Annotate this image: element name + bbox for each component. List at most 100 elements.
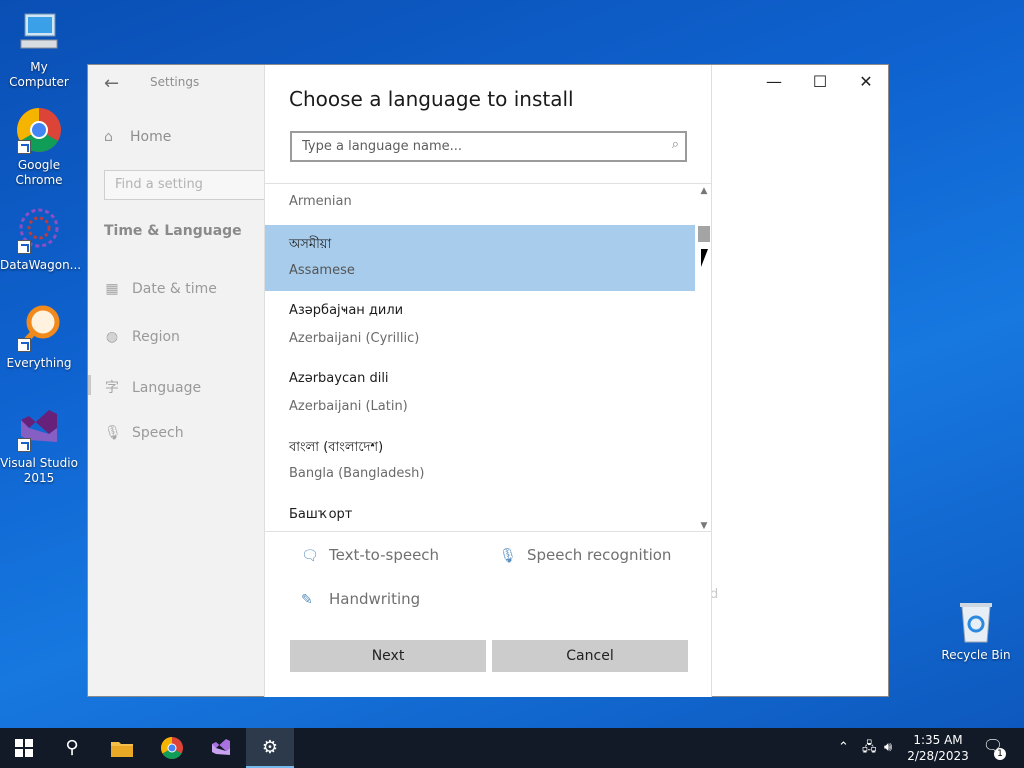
- taskbar: ⚲ ⚙ ⌃ 🖧︎ 🔊︎ 1:35 AM 2/28/2023 🗨︎ 1: [0, 728, 1024, 768]
- gear-icon: ⚙: [261, 737, 279, 758]
- list-item[interactable]: বাংলা (বাংলাদেশ) Bangla (Bangladesh): [265, 428, 695, 494]
- desktop-icon-label: Everything: [6, 356, 72, 370]
- volume-tray[interactable]: 🔊︎: [884, 728, 892, 768]
- desktop-icon-recycle-bin[interactable]: Recycle Bin: [940, 600, 1012, 662]
- text-to-speech-icon: 🗨︎: [301, 548, 319, 564]
- chrome-icon: [15, 106, 63, 154]
- search-button[interactable]: ⚲: [48, 728, 96, 768]
- home-icon: ⌂: [104, 129, 113, 145]
- search-icon: ⚲: [65, 737, 79, 758]
- clock-date: 2/28/2023: [907, 749, 969, 763]
- scroll-down-icon[interactable]: ▼: [699, 521, 709, 531]
- chrome-icon: [161, 737, 183, 759]
- network-icon: 🖧︎: [862, 740, 877, 755]
- language-english-name: Bangla (Bangladesh): [289, 466, 425, 481]
- desktop-icon-datawagon[interactable]: DataWagon...: [0, 206, 82, 273]
- calendar-icon: ▦: [105, 281, 119, 297]
- show-hidden-icons[interactable]: ⌃: [838, 728, 849, 768]
- microphone-icon: 🎙︎: [499, 548, 517, 564]
- language-list[interactable]: Armenian অসমীয়া Assamese Азәрбајҹан дил…: [265, 183, 712, 532]
- desktop-icon-label: My Computer: [9, 60, 69, 89]
- minimize-button[interactable]: —: [762, 71, 786, 95]
- desktop-icon-label: Google Chrome: [15, 158, 63, 187]
- list-item[interactable]: Азәрбајҹан дили Azerbaijani (Cyrillic): [265, 293, 695, 359]
- volume-icon: 🔊︎: [884, 740, 893, 755]
- notification-badge: 1: [994, 748, 1006, 760]
- nav-item-speech[interactable]: 🎙︎ Speech: [104, 425, 184, 441]
- visual-studio-icon: [15, 404, 63, 452]
- pen-icon: ✎: [301, 592, 313, 608]
- feature-label: Speech recognition: [527, 546, 672, 564]
- search-icon: [15, 304, 63, 352]
- network-tray[interactable]: 🖧︎: [862, 728, 877, 768]
- desktop-icon-visual-studio[interactable]: Visual Studio 2015: [0, 404, 78, 486]
- feature-handwriting: ✎ Handwriting: [301, 590, 420, 608]
- close-button[interactable]: ✕: [854, 71, 878, 95]
- clock-time: 1:35 AM: [913, 733, 963, 747]
- list-item[interactable]: Armenian: [265, 184, 695, 222]
- desktop-icon-my-computer[interactable]: My Computer: [0, 8, 78, 90]
- nav-item-region[interactable]: ◍ Region: [104, 329, 180, 345]
- settings-sidebar: ← Settings ⌂ Home Find a setting Time & L…: [88, 65, 272, 696]
- find-setting-input[interactable]: Find a setting: [104, 170, 272, 200]
- desktop-icon-label: Visual Studio 2015: [0, 456, 78, 485]
- list-item[interactable]: Башҡорт: [265, 497, 695, 531]
- maximize-button[interactable]: ☐: [808, 71, 832, 95]
- back-arrow-icon[interactable]: ←: [104, 73, 119, 94]
- cancel-button[interactable]: Cancel: [492, 640, 688, 672]
- datawagon-icon: [15, 206, 63, 254]
- nav-item-language[interactable]: 字 Language: [104, 377, 201, 397]
- mouse-cursor-icon: [701, 249, 715, 267]
- app-title: Settings: [150, 75, 200, 89]
- dialog-title: Choose a language to install: [289, 87, 574, 111]
- globe-icon: ◍: [105, 329, 119, 345]
- shortcut-arrow-icon: [17, 140, 31, 154]
- nav-home[interactable]: ⌂ Home: [104, 129, 171, 145]
- desktop-icon-label: DataWagon...: [0, 258, 82, 272]
- folder-icon: [111, 742, 133, 757]
- language-install-dialog: Choose a language to install ⌕ Armenian …: [264, 65, 712, 697]
- feature-speech-recognition: 🎙︎ Speech recognition: [499, 546, 671, 564]
- language-native-name: Азәрбајҹан дили: [289, 303, 404, 318]
- settings-taskbar-button[interactable]: ⚙: [246, 728, 294, 768]
- microphone-icon: 🎙︎: [104, 425, 122, 441]
- file-explorer-button[interactable]: [98, 728, 146, 768]
- maximize-icon: ☐: [812, 72, 828, 91]
- list-item[interactable]: Azərbaycan dili Azerbaijani (Latin): [265, 361, 695, 427]
- language-native-name: অসমীয়া: [289, 237, 332, 252]
- visual-studio-icon: [212, 739, 230, 755]
- shortcut-arrow-icon: [17, 438, 31, 452]
- language-search-input[interactable]: [292, 133, 652, 159]
- shortcut-arrow-icon: [17, 338, 31, 352]
- nav-item-label: Region: [132, 329, 180, 345]
- action-center-button[interactable]: 🗨︎ 1: [980, 736, 1006, 760]
- computer-icon: [15, 8, 63, 56]
- next-button[interactable]: Next: [290, 640, 486, 672]
- language-english-name: Azerbaijani (Cyrillic): [289, 331, 420, 346]
- desktop-icon-label: Recycle Bin: [941, 648, 1011, 662]
- chrome-taskbar-button[interactable]: [148, 728, 196, 768]
- desktop-icon-chrome[interactable]: Google Chrome: [0, 106, 78, 188]
- list-item-selected[interactable]: অসমীয়া Assamese: [265, 225, 695, 291]
- shortcut-arrow-icon: [17, 240, 31, 254]
- windows-logo-icon: [15, 739, 33, 757]
- nav-item-label: Language: [132, 380, 202, 396]
- chevron-up-icon: ⌃: [838, 740, 849, 755]
- language-native-name: বাংলা (বাংলাদেশ): [289, 440, 384, 455]
- search-icon[interactable]: ⌕: [672, 137, 679, 152]
- scroll-thumb[interactable]: [698, 226, 710, 242]
- desktop-icon-everything[interactable]: Everything: [0, 304, 78, 371]
- close-icon: ✕: [859, 72, 873, 91]
- visual-studio-taskbar-button[interactable]: [197, 728, 245, 768]
- list-scrollbar[interactable]: ▲ ▼: [697, 184, 711, 531]
- section-title: Time & Language: [104, 223, 242, 239]
- system-clock[interactable]: 1:35 AM 2/28/2023: [905, 732, 971, 764]
- language-search-box[interactable]: ⌕: [290, 131, 687, 162]
- nav-item-date-time[interactable]: ▦ Date & time: [104, 281, 217, 297]
- nav-active-indicator: [88, 375, 91, 395]
- start-button[interactable]: [0, 728, 48, 768]
- scroll-up-icon[interactable]: ▲: [699, 186, 709, 196]
- nav-item-label: Date & time: [132, 281, 217, 297]
- language-english-name: Armenian: [289, 194, 352, 209]
- nav-home-label: Home: [130, 129, 172, 145]
